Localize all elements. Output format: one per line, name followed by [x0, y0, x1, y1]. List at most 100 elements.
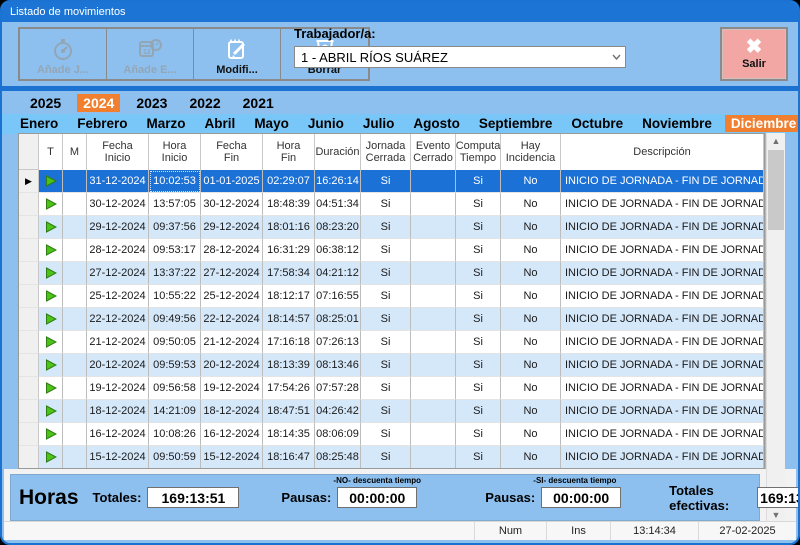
scrollbar-thumb[interactable]	[768, 150, 784, 230]
fecha-inicio-cell: 19-12-2024	[87, 377, 149, 400]
computa-tiempo-cell: Si	[456, 446, 501, 469]
month-tab-diciembre[interactable]: Diciembre	[725, 115, 800, 132]
table-row[interactable]: 18-12-202414:21:0918-12-202418:47:5104:2…	[19, 400, 764, 423]
table-row[interactable]: ▶31-12-202410:02:5301-01-202502:29:0716:…	[19, 170, 764, 193]
worker-combobox[interactable]: 1 - ABRIL RÍOS SUÁREZ	[294, 46, 626, 68]
effective-totals-label: Totales efectivas:	[669, 483, 751, 513]
year-tab-2021[interactable]: 2021	[237, 94, 280, 112]
pauses-no-group: -NO- descuenta tiempo Pausas: 00:00:00	[281, 487, 417, 508]
year-tab-2025[interactable]: 2025	[24, 94, 67, 112]
year-tab-2024[interactable]: 2024	[77, 94, 120, 112]
fecha-fin-cell: 25-12-2024	[201, 285, 263, 308]
table-row[interactable]: 30-12-202413:57:0530-12-202418:48:3904:5…	[19, 193, 764, 216]
fecha-fin-cell: 16-12-2024	[201, 423, 263, 446]
movements-table: TMFechaInicioHoraInicioFechaFinHoraFinDu…	[18, 133, 765, 469]
m-cell	[63, 400, 87, 423]
table-row[interactable]: 29-12-202409:37:5629-12-202418:01:1608:2…	[19, 216, 764, 239]
evento-cerrado-cell	[411, 193, 456, 216]
descripcion-cell: INICIO DE JORNADA - FIN DE JORNADA	[561, 193, 764, 216]
fecha-fin-cell: 20-12-2024	[201, 354, 263, 377]
table-row[interactable]: 25-12-202410:55:2225-12-202418:12:1707:1…	[19, 285, 764, 308]
hay-incidencia-cell: No	[501, 262, 561, 285]
month-tab-febrero[interactable]: Febrero	[71, 115, 133, 132]
exit-button-frame: ✖ Salir	[720, 27, 788, 81]
hora-inicio-cell: 09:50:05	[149, 331, 201, 354]
jornada-cerrada-cell: Si	[361, 423, 411, 446]
vertical-scrollbar[interactable]: ▲ ▼	[766, 133, 785, 523]
month-tab-marzo[interactable]: Marzo	[141, 115, 192, 132]
play-icon	[39, 262, 63, 285]
table-row[interactable]: 22-12-202409:49:5622-12-202418:14:5708:2…	[19, 308, 764, 331]
header-cell-marker	[19, 134, 39, 170]
add-jornada-button: Añade J...	[20, 29, 107, 79]
table-row[interactable]: 27-12-202413:37:2227-12-202417:58:3404:2…	[19, 262, 764, 285]
exit-button[interactable]: ✖ Salir	[722, 29, 786, 79]
status-num: Num	[474, 522, 546, 540]
hora-inicio-cell: 13:57:05	[149, 193, 201, 216]
play-icon	[39, 216, 63, 239]
computa-tiempo-cell: Si	[456, 285, 501, 308]
table-row[interactable]: 19-12-202409:56:5819-12-202417:54:2607:5…	[19, 377, 764, 400]
stopwatch-icon	[51, 34, 75, 64]
table-row[interactable]: 15-12-202409:50:5915-12-202418:16:4708:2…	[19, 446, 764, 469]
month-tab-mayo[interactable]: Mayo	[248, 115, 295, 132]
m-cell	[63, 193, 87, 216]
month-tab-enero[interactable]: Enero	[14, 115, 64, 132]
m-cell	[63, 216, 87, 239]
duracion-cell: 07:57:28	[315, 377, 361, 400]
month-tab-septiembre[interactable]: Septiembre	[473, 115, 559, 132]
calendar-clock-icon: 12	[137, 34, 163, 64]
play-icon	[39, 377, 63, 400]
m-cell	[63, 423, 87, 446]
duracion-cell: 08:25:01	[315, 308, 361, 331]
month-tab-julio[interactable]: Julio	[357, 115, 401, 132]
year-tab-2022[interactable]: 2022	[183, 94, 226, 112]
hay-incidencia-cell: No	[501, 170, 561, 193]
duracion-cell: 04:51:34	[315, 193, 361, 216]
month-tab-abril[interactable]: Abril	[199, 115, 242, 132]
month-tab-junio[interactable]: Junio	[302, 115, 350, 132]
hay-incidencia-cell: No	[501, 193, 561, 216]
computa-tiempo-cell: Si	[456, 170, 501, 193]
hora-fin-cell: 18:01:16	[263, 216, 315, 239]
fecha-inicio-cell: 22-12-2024	[87, 308, 149, 331]
row-marker	[19, 285, 39, 308]
duracion-cell: 08:06:09	[315, 423, 361, 446]
evento-cerrado-cell	[411, 308, 456, 331]
hora-inicio-cell: 10:08:26	[149, 423, 201, 446]
duracion-cell: 08:13:46	[315, 354, 361, 377]
hours-title: Horas	[19, 486, 79, 510]
scroll-up-arrow-icon[interactable]: ▲	[767, 133, 785, 149]
table-row[interactable]: 16-12-202410:08:2616-12-202418:14:3508:0…	[19, 423, 764, 446]
computa-tiempo-cell: Si	[456, 377, 501, 400]
hora-inicio-cell: 09:53:17	[149, 239, 201, 262]
jornada-cerrada-cell: Si	[361, 377, 411, 400]
month-tab-noviembre[interactable]: Noviembre	[636, 115, 718, 132]
descripcion-cell: INICIO DE JORNADA - FIN DE JORNADA	[561, 262, 764, 285]
duracion-cell: 07:26:13	[315, 331, 361, 354]
computa-tiempo-cell: Si	[456, 193, 501, 216]
table-row[interactable]: 28-12-202409:53:1728-12-202416:31:2906:3…	[19, 239, 764, 262]
evento-cerrado-cell	[411, 400, 456, 423]
hora-fin-cell: 17:58:34	[263, 262, 315, 285]
row-marker	[19, 239, 39, 262]
m-cell	[63, 354, 87, 377]
evento-cerrado-cell	[411, 331, 456, 354]
totals-value-box: 169:13:51	[147, 487, 239, 508]
year-tab-2023[interactable]: 2023	[130, 94, 173, 112]
fecha-inicio-cell: 16-12-2024	[87, 423, 149, 446]
month-tab-octubre[interactable]: Octubre	[565, 115, 629, 132]
modify-button[interactable]: Modifi...	[194, 29, 281, 79]
effective-totals-value-box: 169:13:51	[757, 487, 800, 508]
table-row[interactable]: 20-12-202409:59:5320-12-202418:13:3908:1…	[19, 354, 764, 377]
pauses-no-value-box: 00:00:00	[337, 487, 417, 508]
jornada-cerrada-cell: Si	[361, 262, 411, 285]
m-cell	[63, 308, 87, 331]
play-icon	[39, 239, 63, 262]
header-cell-computa-tiempo: ComputaTiempo	[456, 134, 501, 170]
table-row[interactable]: 21-12-202409:50:0521-12-202417:16:1807:2…	[19, 331, 764, 354]
hay-incidencia-cell: No	[501, 285, 561, 308]
month-tab-agosto[interactable]: Agosto	[407, 115, 466, 132]
descripcion-cell: INICIO DE JORNADA - FIN DE JORNADA	[561, 216, 764, 239]
status-ins: Ins	[546, 522, 610, 540]
